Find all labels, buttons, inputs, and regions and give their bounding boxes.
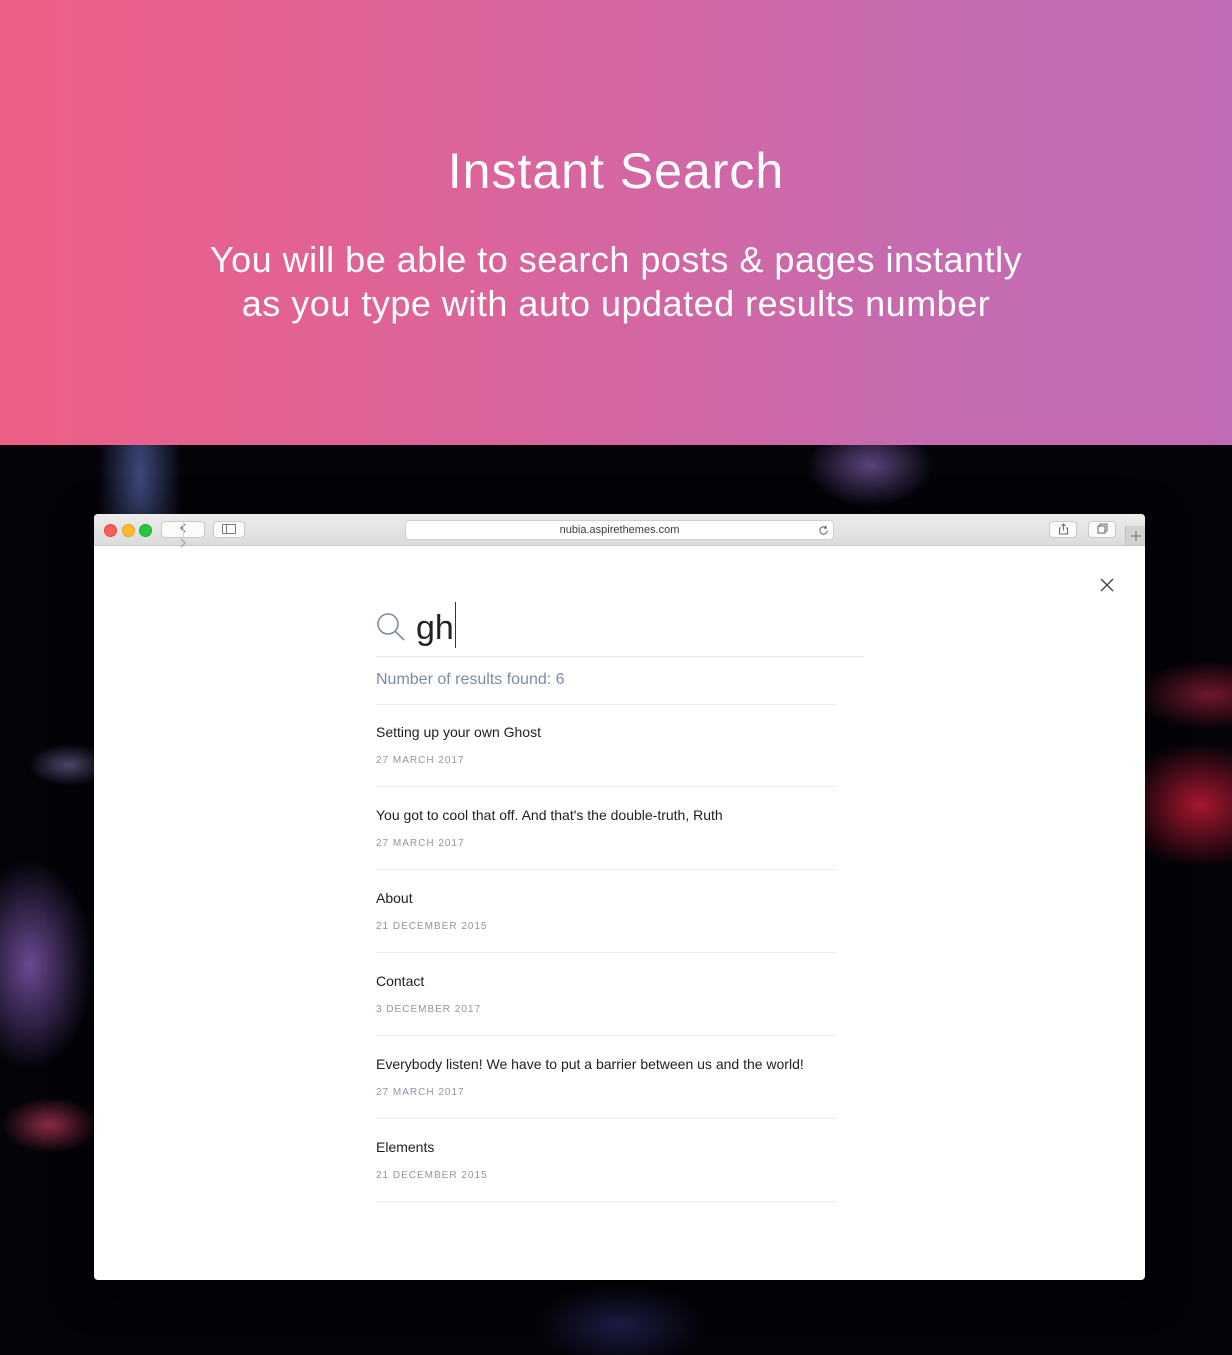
hero-subtitle: You will be able to search posts & pages… xyxy=(0,238,1232,326)
hero-subtitle-line-1: You will be able to search posts & pages… xyxy=(209,239,1023,280)
browser-titlebar: nubia.aspirethemes.com xyxy=(94,514,1145,548)
result-title[interactable]: Contact xyxy=(376,971,424,991)
forward-button[interactable] xyxy=(173,537,193,552)
hero-banner: Instant Search You will be able to searc… xyxy=(0,0,1232,445)
result-date: 27 March 2017 xyxy=(376,755,465,766)
result-title[interactable]: You got to cool that off. And that's the… xyxy=(376,805,723,825)
close-window-button[interactable] xyxy=(104,524,117,537)
search-input[interactable] xyxy=(416,606,856,650)
close-icon xyxy=(1100,578,1114,592)
hero-subtitle-line-2: as you type with auto updated results nu… xyxy=(241,283,991,324)
reload-icon xyxy=(819,525,828,535)
minimize-window-button[interactable] xyxy=(122,524,135,537)
tabs-icon xyxy=(1096,523,1108,534)
result-title[interactable]: About xyxy=(376,888,413,908)
close-search-button[interactable] xyxy=(1097,575,1117,595)
result-item[interactable]: Contact 3 December 2017 xyxy=(376,953,836,1036)
result-item[interactable]: Setting up your own Ghost 27 March 2017 xyxy=(376,704,836,787)
result-title[interactable]: Everybody listen! We have to put a barri… xyxy=(376,1054,804,1074)
share-button[interactable] xyxy=(1049,521,1077,538)
result-date: 3 December 2017 xyxy=(376,1004,482,1015)
result-item[interactable]: Everybody listen! We have to put a barri… xyxy=(376,1036,836,1119)
result-date: 27 March 2017 xyxy=(376,838,465,849)
zoom-window-button[interactable] xyxy=(139,524,152,537)
results-list: Setting up your own Ghost 27 March 2017 … xyxy=(376,704,836,1202)
share-icon xyxy=(1058,523,1068,535)
result-date: 21 December 2015 xyxy=(376,1170,488,1181)
result-title[interactable]: Setting up your own Ghost xyxy=(376,722,541,742)
result-item[interactable]: Elements 21 December 2015 xyxy=(376,1119,836,1202)
new-tab-button[interactable] xyxy=(1125,526,1145,545)
address-bar[interactable]: nubia.aspirethemes.com xyxy=(405,520,834,540)
result-item[interactable]: You got to cool that off. And that's the… xyxy=(376,787,836,870)
nav-divider xyxy=(183,522,184,537)
hero-title: Instant Search xyxy=(447,143,785,199)
result-item[interactable]: About 21 December 2015 xyxy=(376,870,836,953)
sidebar-toggle-button[interactable] xyxy=(213,521,245,538)
show-tabs-button[interactable] xyxy=(1088,521,1116,538)
plus-icon xyxy=(1131,531,1141,541)
result-title[interactable]: Elements xyxy=(376,1137,434,1157)
url-text: nubia.aspirethemes.com xyxy=(559,524,680,536)
result-date: 21 December 2015 xyxy=(376,921,488,932)
browser-window: nubia.aspirethemes.com gh Number of resu… xyxy=(94,514,1145,1280)
results-count: Number of results found: 6 xyxy=(376,671,565,688)
result-date: 27 March 2017 xyxy=(376,1087,465,1098)
text-caret xyxy=(455,602,456,648)
search-icon xyxy=(377,613,405,641)
nav-buttons xyxy=(161,521,205,548)
chevron-right-icon xyxy=(180,538,186,548)
sidebar-icon xyxy=(222,524,236,534)
search-bar xyxy=(376,594,864,657)
reload-button[interactable] xyxy=(818,521,829,539)
